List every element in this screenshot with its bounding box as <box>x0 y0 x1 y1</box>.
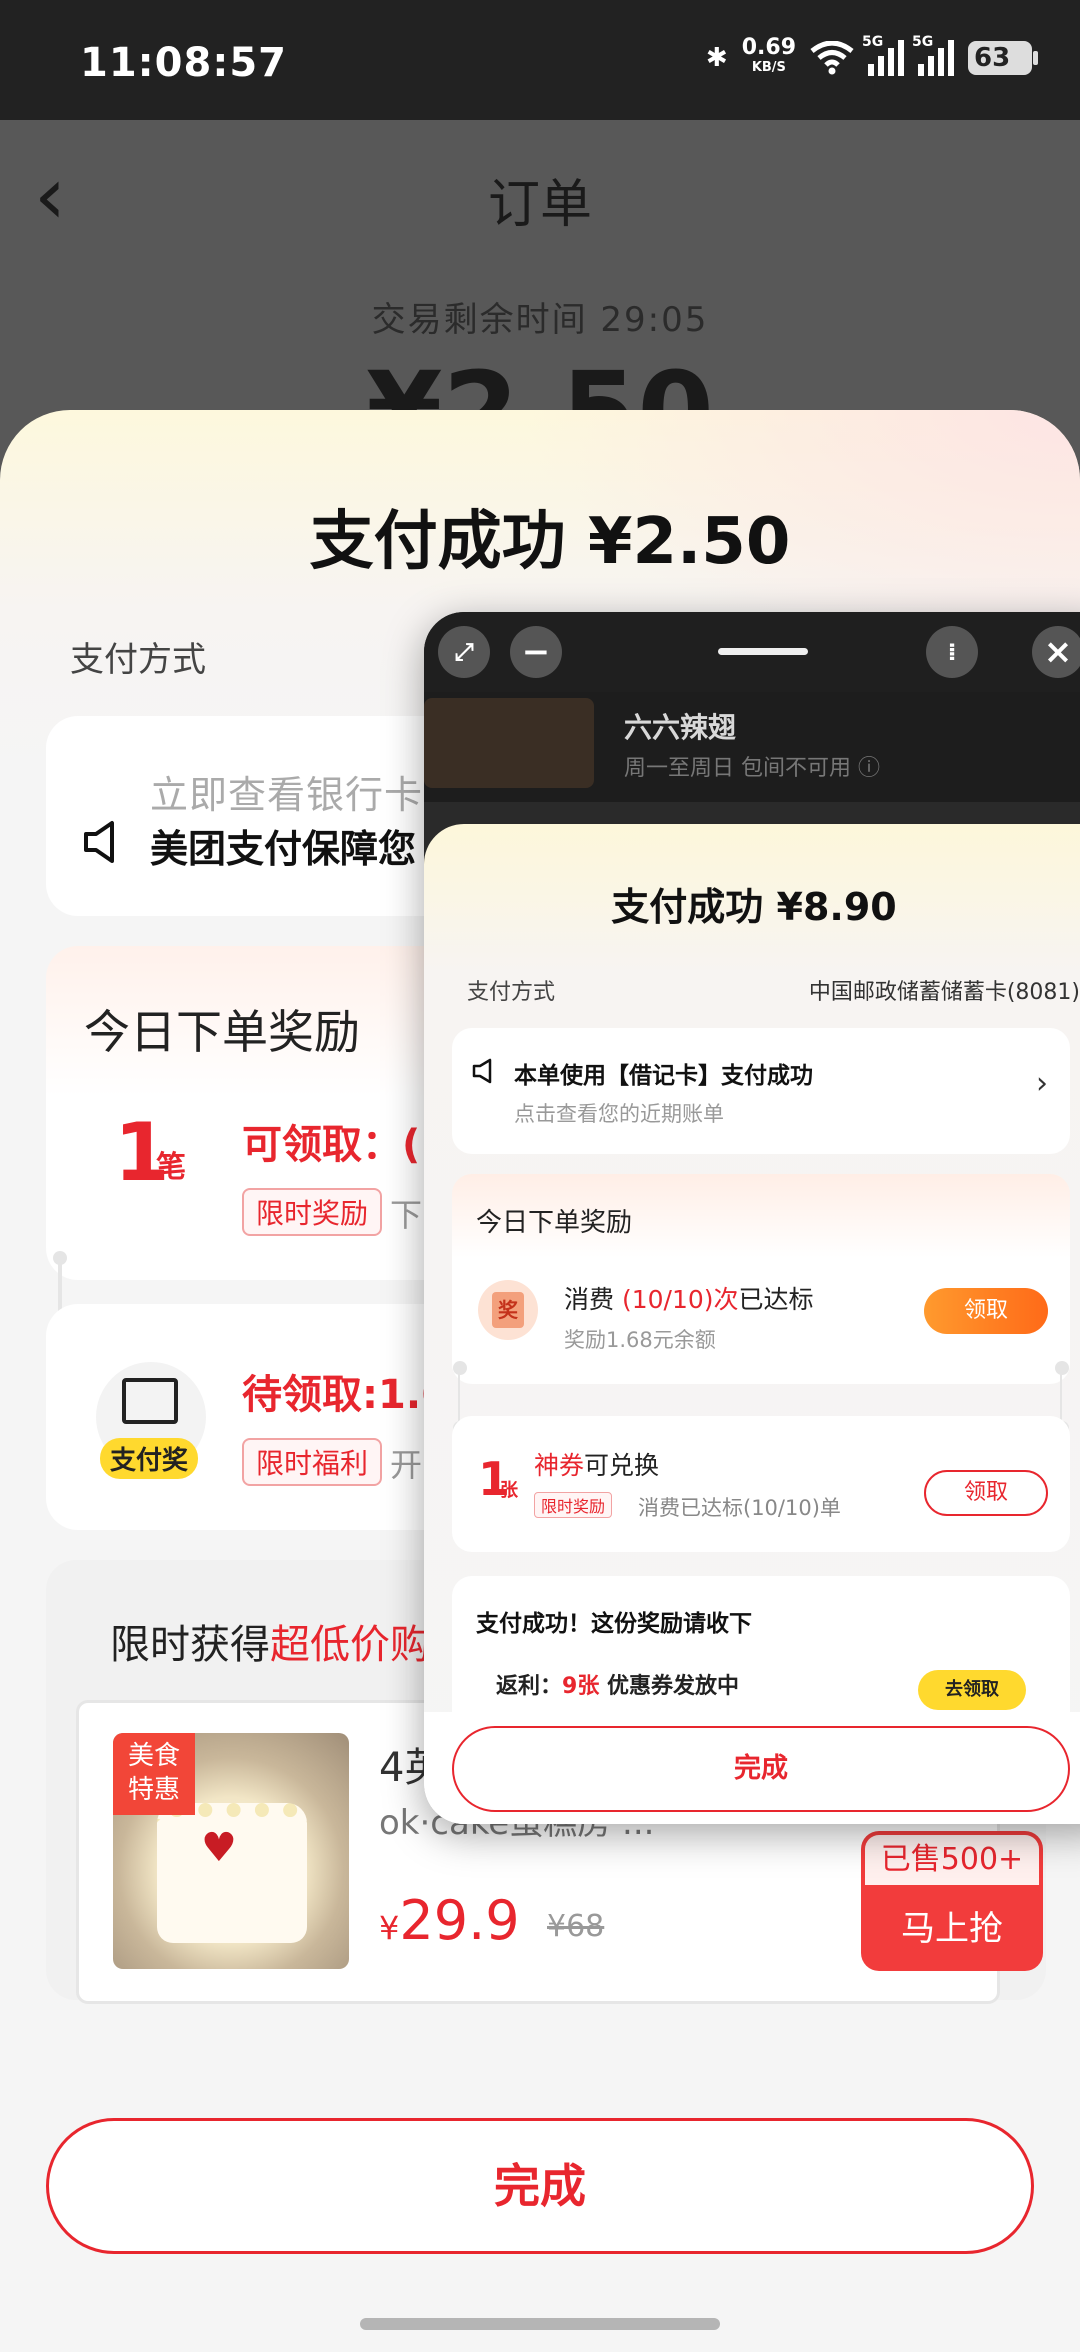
original-price: ¥68 <box>547 1909 605 1944</box>
spend-suffix: 已达标 <box>738 1285 814 1314</box>
status-icons: ✱ 0.69 KB/S 5G 5G 63 <box>705 34 1038 78</box>
fw-pay-method-label: 支付方式 <box>467 980 556 1005</box>
fw-notice-line1: 本单使用【借记卡】支付成功 <box>514 1063 813 1089</box>
gift-bag-icon <box>122 1378 178 1424</box>
pay-reward-pending: 待领取:1.6 <box>242 1372 449 1418</box>
spend-count: (10/10)次 <box>621 1285 739 1314</box>
pay-reward-sub: 开 <box>390 1446 423 1484</box>
page-title: 订单 <box>487 175 592 235</box>
speaker-icon <box>472 1058 492 1084</box>
coupon-sub: 消费已达标(10/10)单 <box>638 1496 841 1520</box>
signal-icon-sim1: 5G <box>862 34 904 76</box>
product-image: ♥ 美食特惠 <box>113 1733 349 1969</box>
sold-count: 已售500+ <box>865 1835 1039 1885</box>
coupon-title-highlight: 神券 <box>534 1451 585 1480</box>
go-claim-button[interactable]: 去领取 <box>918 1670 1026 1710</box>
floating-window: ⤢ − ⁞ × 六六辣翅 周一至周日 包间不可用 ⓘ 支付成功 ¥8.90 支付… <box>424 612 1080 1824</box>
speaker-icon <box>84 821 114 863</box>
rebate-count: 9张 <box>562 1674 600 1699</box>
status-bar: 11:08:57 ✱ 0.69 KB/S 5G 5G 63 <box>0 0 1080 120</box>
product-price: ¥29.9 <box>379 1889 520 1952</box>
signal-icon-sim2: 5G <box>912 34 954 76</box>
food-deal-badge: 美食 特惠 <box>113 1733 195 1815</box>
promo-title-prefix: 限时获得 <box>110 1622 270 1668</box>
fw-success-card: 支付成功！这份奖励请收下 返利：9张 优惠券发放中 去领取 <box>452 1576 1070 1716</box>
sheet-title: 支付成功 ¥2.50 <box>309 505 791 579</box>
grab-now-label: 马上抢 <box>901 1909 1003 1949</box>
coupon-tag: 限时奖励 <box>534 1492 613 1518</box>
fw-reward-card: 今日下单奖励 奖 消费 (10/10)次已达标 奖励1.68元余额 领取 <box>452 1174 1070 1384</box>
fw-bottom-bar: 完成 <box>424 1712 1080 1824</box>
home-indicator[interactable] <box>360 2318 720 2330</box>
reward-claimable: 可领取：( <box>242 1122 421 1168</box>
claim-button[interactable]: 领取 <box>924 1288 1048 1334</box>
bluetooth-icon: ✱ <box>705 43 728 73</box>
minimize-icon[interactable]: − <box>510 626 562 678</box>
floating-window-behind-content: 六六辣翅 周一至周日 包间不可用 ⓘ <box>424 692 1080 802</box>
floating-window-toolbar: ⤢ − ⁞ × <box>424 612 1080 692</box>
coupon-title-rest: 可兑换 <box>584 1451 660 1480</box>
fw-notice-line2: 点击查看您的近期账单 <box>514 1102 724 1126</box>
reward-title: 今日下单奖励 <box>84 1005 360 1059</box>
fw-pay-method-value: 中国邮政储蓄储蓄卡(8081) <box>808 980 1080 1005</box>
battery-icon: 63 <box>968 41 1038 75</box>
wifi-icon <box>810 41 854 75</box>
fw-bill-notice[interactable]: 本单使用【借记卡】支付成功 点击查看您的近期账单 › <box>452 1028 1070 1154</box>
fw-spend-progress: 消费 (10/10)次已达标 <box>564 1280 814 1316</box>
done-button[interactable]: 完成 <box>46 2118 1034 2254</box>
sim1-label: 5G <box>862 34 884 50</box>
net-speed: 0.69 KB/S <box>741 35 796 78</box>
drag-handle[interactable] <box>718 648 808 655</box>
store-thumbnail <box>424 698 594 788</box>
net-speed-unit: KB/S <box>751 60 786 75</box>
limited-reward-tag: 限时奖励 <box>242 1188 383 1236</box>
fw-success-title: 支付成功！这份奖励请收下 <box>476 1611 752 1637</box>
price-value: 29.9 <box>399 1889 520 1952</box>
fw-title: 支付成功 ¥8.90 <box>611 885 897 929</box>
net-speed-value: 0.69 <box>741 35 796 60</box>
heart-icon: ♥ <box>201 1825 237 1871</box>
coupon-title: 神券可兑换 <box>534 1446 659 1482</box>
sim2-label: 5G <box>912 34 934 50</box>
promo-title: 限时获得超低价购 <box>110 1612 430 1670</box>
pay-method-label: 支付方式 <box>70 640 206 680</box>
rebate-prefix: 返利： <box>496 1674 563 1699</box>
close-icon[interactable]: × <box>1032 626 1080 678</box>
notice-line1: 立即查看银行卡则 <box>150 773 463 817</box>
spend-prefix: 消费 <box>564 1285 615 1314</box>
cake-illustration <box>157 1803 307 1943</box>
chevron-right-icon: › <box>1036 1066 1048 1101</box>
price-symbol: ¥ <box>379 1909 400 1947</box>
badge-line1: 美食 <box>127 1741 180 1771</box>
promo-title-highlight: 超低价购 <box>270 1622 430 1668</box>
remaining-time: 交易剩余时间 29:05 <box>371 300 709 340</box>
limited-welfare-tag: 限时福利 <box>242 1438 383 1486</box>
expand-icon[interactable]: ⤢ <box>438 626 490 678</box>
pay-reward-badge: 支付奖 <box>100 1438 199 1479</box>
fw-reward-title: 今日下单奖励 <box>476 1208 633 1238</box>
reward-unit: 笔 <box>156 1150 186 1185</box>
badge-line2: 特惠 <box>127 1775 180 1805</box>
grab-now-button[interactable]: 已售500+ 马上抢 <box>861 1831 1043 1971</box>
notice-line2: 美团支付保障您 <box>150 827 417 871</box>
store-sub: 周一至周日 包间不可用 ⓘ <box>624 756 880 781</box>
coupon-unit: 张 <box>500 1480 518 1501</box>
coupon-claim-button[interactable]: 领取 <box>924 1470 1048 1516</box>
fw-rebate-line: 返利：9张 优惠券发放中 <box>496 1668 739 1700</box>
voice-icon[interactable]: ⁞ <box>926 626 978 678</box>
coupon-icon: 奖 <box>478 1280 538 1340</box>
rebate-suffix: 优惠券发放中 <box>599 1674 739 1699</box>
fw-coupon-card: 1 张 神券可兑换 限时奖励 消费已达标(10/10)单 领取 <box>452 1416 1070 1552</box>
fw-spend-sub: 奖励1.68元余额 <box>564 1328 716 1352</box>
floating-success-sheet: 支付成功 ¥8.90 支付方式 中国邮政储蓄储蓄卡(8081) 本单使用【借记卡… <box>424 824 1080 1824</box>
reward-sub: 下 <box>390 1196 423 1234</box>
status-time: 11:08:57 <box>80 40 287 86</box>
store-name: 六六辣翅 <box>624 711 737 744</box>
fw-done-button[interactable]: 完成 <box>452 1726 1070 1812</box>
